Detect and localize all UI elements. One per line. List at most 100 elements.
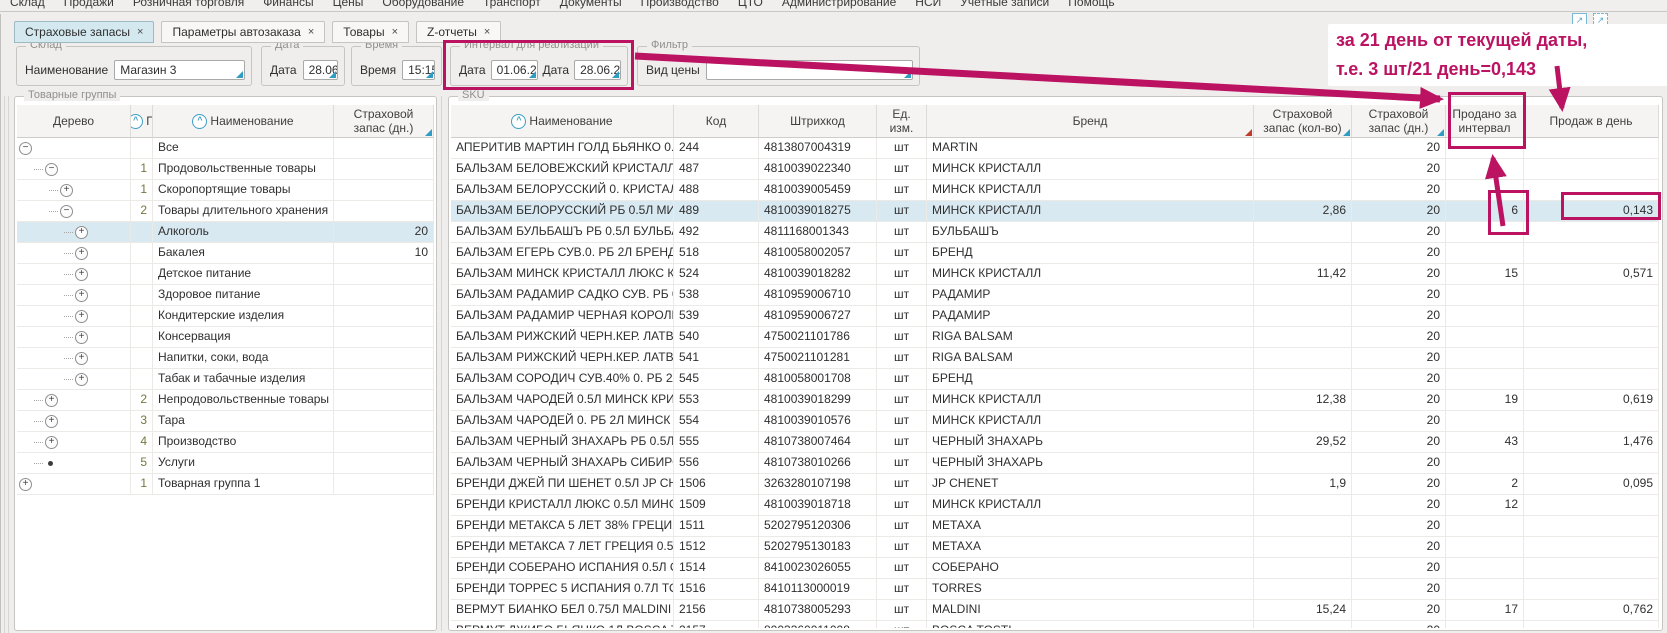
price-type-input[interactable] — [706, 60, 913, 80]
tree-row[interactable]: +Напитки, соки, вода — [17, 348, 434, 369]
tree-row[interactable]: +Здоровое питание — [17, 285, 434, 306]
tree-row[interactable]: +3Тара — [17, 411, 434, 432]
collapse-node-icon[interactable]: − — [60, 205, 73, 218]
column-header[interactable]: Страховой запас (дн.) — [334, 105, 434, 138]
collapse-node-icon[interactable]: − — [19, 142, 32, 155]
expand-node-icon[interactable]: + — [75, 373, 88, 386]
expand-node-icon[interactable]: + — [75, 268, 88, 281]
tab-close-icon[interactable]: × — [137, 26, 143, 38]
column-header[interactable]: Штрихкод — [759, 105, 877, 138]
tree-row[interactable]: +Алкоголь20 — [17, 222, 434, 243]
sku-row[interactable]: БАЛЬЗАМ СОРОДИЧ СУВ.40% 0. РБ 2Л БРЕНД54… — [451, 369, 1660, 390]
collapse-node-icon[interactable]: − — [45, 163, 58, 176]
sku-sales-per-day-cell — [1524, 495, 1659, 516]
tree-row[interactable]: −Все — [17, 138, 434, 159]
sku-row[interactable]: БАЛЬЗАМ ЕГЕРЬ СУВ.0. РБ 2Л БРЕНД51848100… — [451, 243, 1660, 264]
menu-item[interactable]: Помощь — [1068, 0, 1114, 9]
tree-row[interactable]: 5Услуги — [17, 453, 434, 474]
sku-row[interactable]: ВЕРМУТ БИАНКО БЕЛ 0.75Л MALDINI215648107… — [451, 600, 1660, 621]
menu-item[interactable]: Производство — [641, 0, 719, 9]
sku-row[interactable]: БАЛЬЗАМ БЕЛОВЕЖСКИЙ КРИСТАЛЛ 0.5Л МИНСК … — [451, 159, 1660, 180]
expand-node-icon[interactable]: + — [19, 478, 32, 491]
menu-item[interactable]: Продажи — [64, 0, 114, 9]
expand-node-icon[interactable]: + — [75, 352, 88, 365]
expand-node-icon[interactable]: + — [75, 247, 88, 260]
sku-row[interactable]: БРЕНДИ КРИСТАЛЛ ЛЮКС 0.5Л МИНСК КРИСТАЛЛ… — [451, 495, 1660, 516]
menu-item[interactable]: Склад — [10, 0, 45, 9]
date-input[interactable]: 28.06.21 — [303, 60, 338, 80]
warehouse-name-input[interactable]: Магазин 3 — [114, 60, 245, 80]
column-header[interactable]: ^П — [131, 105, 153, 138]
sku-row[interactable]: БАЛЬЗАМ БЕЛОРУССКИЙ РБ 0.5Л МИНСК КРИСТА… — [451, 201, 1660, 222]
sku-row[interactable]: БРЕНДИ СОБЕРАНО ИСПАНИЯ 0.5Л СОБЕРАНО151… — [451, 558, 1660, 579]
sku-row[interactable]: БАЛЬЗАМ БЕЛОРУССКИЙ 0. КРИСТАЛЛ 2Л МИНСК… — [451, 180, 1660, 201]
sku-row[interactable]: БАЛЬЗАМ ЧЕРНЫЙ ЗНАХАРЬ СИБИРСКИЙ 0.5Л ЧЕ… — [451, 453, 1660, 474]
sku-row[interactable]: БАЛЬЗАМ МИНСК КРИСТАЛЛ ЛЮКС КРИСТАЛ 0.5Л… — [451, 264, 1660, 285]
column-header-label: Страховой запас (дн.) — [337, 107, 430, 135]
column-header[interactable]: Бренд — [927, 105, 1254, 138]
tab-item[interactable]: Страховые запасы× — [14, 21, 154, 43]
sku-brand-cell: RIGA BALSAM — [927, 348, 1254, 369]
expand-node-icon[interactable]: + — [75, 289, 88, 302]
menu-item[interactable]: Учетные записи — [960, 0, 1049, 9]
panel-splitter[interactable] — [441, 96, 442, 631]
menu-item[interactable]: Оборудование — [382, 0, 464, 9]
column-header[interactable]: Страховой запас (дн.) — [1352, 105, 1446, 138]
menu-item[interactable]: ЦТО — [738, 0, 763, 9]
menu-item[interactable]: Финансы — [263, 0, 313, 9]
column-header[interactable]: Код — [674, 105, 759, 138]
sku-row[interactable]: БРЕНДИ ДЖЕЙ ПИ ШЕНЕТ 0.5Л JP CHENET15063… — [451, 474, 1660, 495]
tab-item[interactable]: Параметры автозаказа× — [161, 21, 325, 43]
tab-close-icon[interactable]: × — [392, 26, 398, 38]
sku-name-cell: БАЛЬЗАМ БЕЛОРУССКИЙ РБ 0.5Л МИНСК КРИСТА… — [451, 201, 674, 222]
sku-row[interactable]: БАЛЬЗАМ РИЖСКИЙ ЧЕРН.КЕР. ЛАТВИЯ 0.5Л RI… — [451, 348, 1660, 369]
expand-node-icon[interactable]: + — [60, 184, 73, 197]
menu-item[interactable]: Администрирование — [782, 0, 896, 9]
column-header[interactable]: ^Наименование — [153, 105, 334, 138]
column-header[interactable]: Дерево — [17, 105, 131, 138]
menu-item[interactable]: Цены — [333, 0, 364, 9]
sku-row[interactable]: БАЛЬЗАМ РИЖСКИЙ ЧЕРН.КЕР. ЛАТВИЯ 0.35Л R… — [451, 327, 1660, 348]
sku-row[interactable]: БАЛЬЗАМ РАДАМИР ЧЕРНАЯ КОРОЛЕВА СУВ 0.5Л… — [451, 306, 1660, 327]
tree-order-cell — [131, 138, 153, 159]
tab-close-icon[interactable]: × — [308, 26, 314, 38]
tree-row[interactable]: +Кондитерские изделия — [17, 306, 434, 327]
tree-row[interactable]: +Бакалея10 — [17, 243, 434, 264]
menu-item[interactable]: НСИ — [915, 0, 941, 9]
expand-node-icon[interactable]: + — [45, 415, 58, 428]
tree-row[interactable]: −2Товары длительного хранения — [17, 201, 434, 222]
sku-row[interactable]: БАЛЬЗАМ ЧАРОДЕЙ 0.5Л МИНСК КРИСТАЛЛ55348… — [451, 390, 1660, 411]
sku-row[interactable]: БАЛЬЗАМ ЧАРОДЕЙ 0. РБ 2Л МИНСК КРИСТАЛЛ5… — [451, 411, 1660, 432]
column-header[interactable]: Страховой запас (кол-во) — [1254, 105, 1352, 138]
tree-row[interactable]: +1Скоропортящие товары — [17, 180, 434, 201]
tab-item[interactable]: Товары× — [332, 21, 409, 43]
tree-row[interactable]: +Консервация — [17, 327, 434, 348]
time-input[interactable]: 15:15:11 — [402, 60, 435, 80]
tree-row[interactable]: +2Непродовольственные товары — [17, 390, 434, 411]
sku-row[interactable]: БРЕНДИ МЕТАКСА 5 ЛЕТ 38% ГРЕЦИЯ 0.7Л МЕТ… — [451, 516, 1660, 537]
expand-node-icon[interactable]: + — [75, 310, 88, 323]
expand-node-icon[interactable]: + — [45, 394, 58, 407]
menu-item[interactable]: Документы — [560, 0, 622, 9]
column-header[interactable]: Продаж в день — [1524, 105, 1659, 138]
column-header[interactable]: ^Наименование — [451, 105, 674, 138]
sku-row[interactable]: БАЛЬЗАМ ЧЕРНЫЙ ЗНАХАРЬ РБ 0.5Л ЧЕРНЫЙ ЗН… — [451, 432, 1660, 453]
tree-row[interactable]: +1Товарная группа 1 — [17, 474, 434, 495]
tree-row[interactable]: +Табак и табачные изделия — [17, 369, 434, 390]
sku-row[interactable]: БРЕНДИ МЕТАКСА 7 ЛЕТ ГРЕЦИЯ 0.5Л МЕТАХА1… — [451, 537, 1660, 558]
column-header[interactable]: Ед. изм. — [877, 105, 927, 138]
tree-row[interactable]: +4Производство — [17, 432, 434, 453]
expand-node-icon[interactable]: + — [45, 436, 58, 449]
sku-row[interactable]: БРЕНДИ ТОРРЕС 5 ИСПАНИЯ 0.7Л TORRES15168… — [451, 579, 1660, 600]
menu-item[interactable]: Транспорт — [483, 0, 541, 9]
tab-close-icon[interactable]: × — [484, 26, 490, 38]
sku-row[interactable]: ВЕРМУТ ДЖИБО БЬЯНКО 1Л BOSCA TOSTI215780… — [451, 621, 1660, 628]
sku-row[interactable]: БАЛЬЗАМ БУЛЬБАШЪ РБ 0.5Л БУЛЬБАШЪ4924811… — [451, 222, 1660, 243]
expand-node-icon[interactable]: + — [75, 226, 88, 239]
sku-row[interactable]: БАЛЬЗАМ РАДАМИР САДКО СУВ. РБ 0.5Л РАДАМ… — [451, 285, 1660, 306]
tree-row[interactable]: +Детское питание — [17, 264, 434, 285]
sku-safety-days-cell: 20 — [1352, 201, 1446, 222]
tree-row[interactable]: −1Продовольственные товары — [17, 159, 434, 180]
expand-node-icon[interactable]: + — [75, 331, 88, 344]
menu-item[interactable]: Розничная торговля — [133, 0, 244, 9]
